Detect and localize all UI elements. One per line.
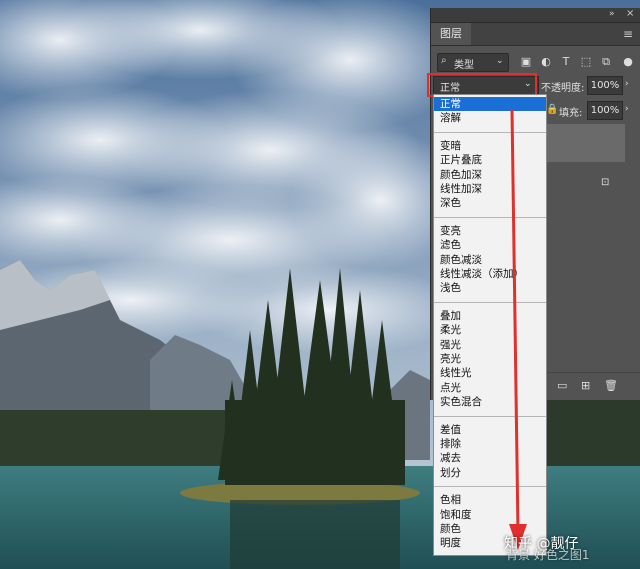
blend-mode-option[interactable]: 点光	[434, 381, 546, 395]
layer-lock-icon: ⊡	[601, 177, 610, 188]
blend-mode-option[interactable]: 变暗	[434, 139, 546, 153]
lock-icon[interactable]: 🔒	[546, 104, 558, 115]
close-panel-icon[interactable]: ×	[626, 8, 634, 19]
filter-toggle-icon[interactable]: ●	[621, 55, 635, 69]
blend-mode-option[interactable]: 柔光	[434, 323, 546, 337]
blend-mode-option[interactable]: 叠加	[434, 309, 546, 323]
new-group-icon[interactable]: ▭	[557, 379, 567, 392]
watermark-subtext: 背景 好色之图1	[506, 548, 590, 562]
delete-layer-icon[interactable]: 🗑	[604, 379, 618, 392]
blend-mode-option[interactable]: 正片叠底	[434, 153, 546, 167]
blend-mode-current: 正常	[440, 83, 460, 94]
far-forest	[0, 410, 240, 470]
search-icon: ⌕	[441, 55, 447, 66]
menu-separator	[434, 301, 546, 303]
chevron-down-icon: ⌄	[524, 79, 532, 89]
layer-row[interactable]	[545, 164, 640, 204]
shape-filter-icon[interactable]: ⬚	[579, 55, 593, 69]
opacity-input[interactable]: 100%	[587, 76, 623, 95]
opacity-label: 不透明度:	[541, 83, 585, 94]
layer-filter-select[interactable]: ⌕ 类型 ⌄	[437, 53, 509, 72]
fill-label: 填充:	[559, 108, 583, 119]
blend-mode-option[interactable]: 深色	[434, 196, 546, 210]
smart-object-filter-icon[interactable]: ⧉	[599, 55, 613, 69]
menu-separator	[434, 415, 546, 417]
blend-mode-option[interactable]: 线性减淡（添加）	[434, 267, 546, 281]
menu-separator	[434, 216, 546, 218]
blend-mode-option[interactable]: 变亮	[434, 224, 546, 238]
layer-row[interactable]	[545, 124, 625, 162]
blend-mode-option[interactable]: 滤色	[434, 238, 546, 252]
tree-reflection	[230, 500, 400, 569]
blend-mode-option[interactable]: 减去	[434, 451, 546, 465]
blend-mode-option[interactable]: 颜色加深	[434, 168, 546, 182]
layer-filter-label: 类型	[454, 60, 474, 71]
blend-mode-option[interactable]: 正常	[434, 97, 546, 111]
fill-input[interactable]: 100%	[587, 101, 623, 120]
menu-separator	[434, 131, 546, 133]
adjustment-filter-icon[interactable]: ◐	[539, 55, 553, 69]
blend-mode-menu: 正常 溶解变暗 正片叠底 颜色加深 线性加深 深色变亮 滤色 颜色减淡 线性减淡（添加） 浅色叠加…	[433, 94, 547, 556]
blend-mode-option[interactable]: 线性光	[434, 366, 546, 380]
blend-mode-option[interactable]: 排除	[434, 437, 546, 451]
blend-mode-option[interactable]: 强光	[434, 338, 546, 352]
blend-mode-option[interactable]: 溶解	[434, 111, 546, 125]
chevron-down-icon[interactable]: ›	[625, 104, 629, 114]
panel-tab-bar: 图层 ≡	[431, 23, 640, 46]
blend-mode-select[interactable]: 正常 ⌄	[433, 76, 539, 95]
new-layer-icon[interactable]: ⊞	[581, 379, 590, 392]
blend-mode-option[interactable]: 浅色	[434, 281, 546, 295]
blend-mode-option[interactable]: 饱和度	[434, 508, 546, 522]
chevron-down-icon[interactable]: ›	[625, 79, 629, 89]
collapse-panel-icon[interactable]: »	[609, 9, 615, 19]
blend-mode-option[interactable]: 亮光	[434, 352, 546, 366]
tab-layers[interactable]: 图层	[431, 23, 471, 45]
image-filter-icon[interactable]: ▣	[519, 55, 533, 69]
far-forest-right	[545, 400, 640, 475]
blend-mode-option[interactable]: 颜色减淡	[434, 253, 546, 267]
panel-menu-icon[interactable]: ≡	[623, 27, 633, 41]
blend-mode-option[interactable]: 划分	[434, 466, 546, 480]
blend-mode-option[interactable]: 色相	[434, 493, 546, 507]
blend-mode-option[interactable]: 线性加深	[434, 182, 546, 196]
type-filter-icon[interactable]: T	[559, 55, 573, 69]
blend-mode-option[interactable]: 实色混合	[434, 395, 546, 409]
panel-title-bar[interactable]: » ×	[431, 8, 640, 23]
chevron-down-icon: ⌄	[496, 56, 504, 66]
menu-separator	[434, 486, 546, 488]
blend-mode-option[interactable]: 差值	[434, 423, 546, 437]
